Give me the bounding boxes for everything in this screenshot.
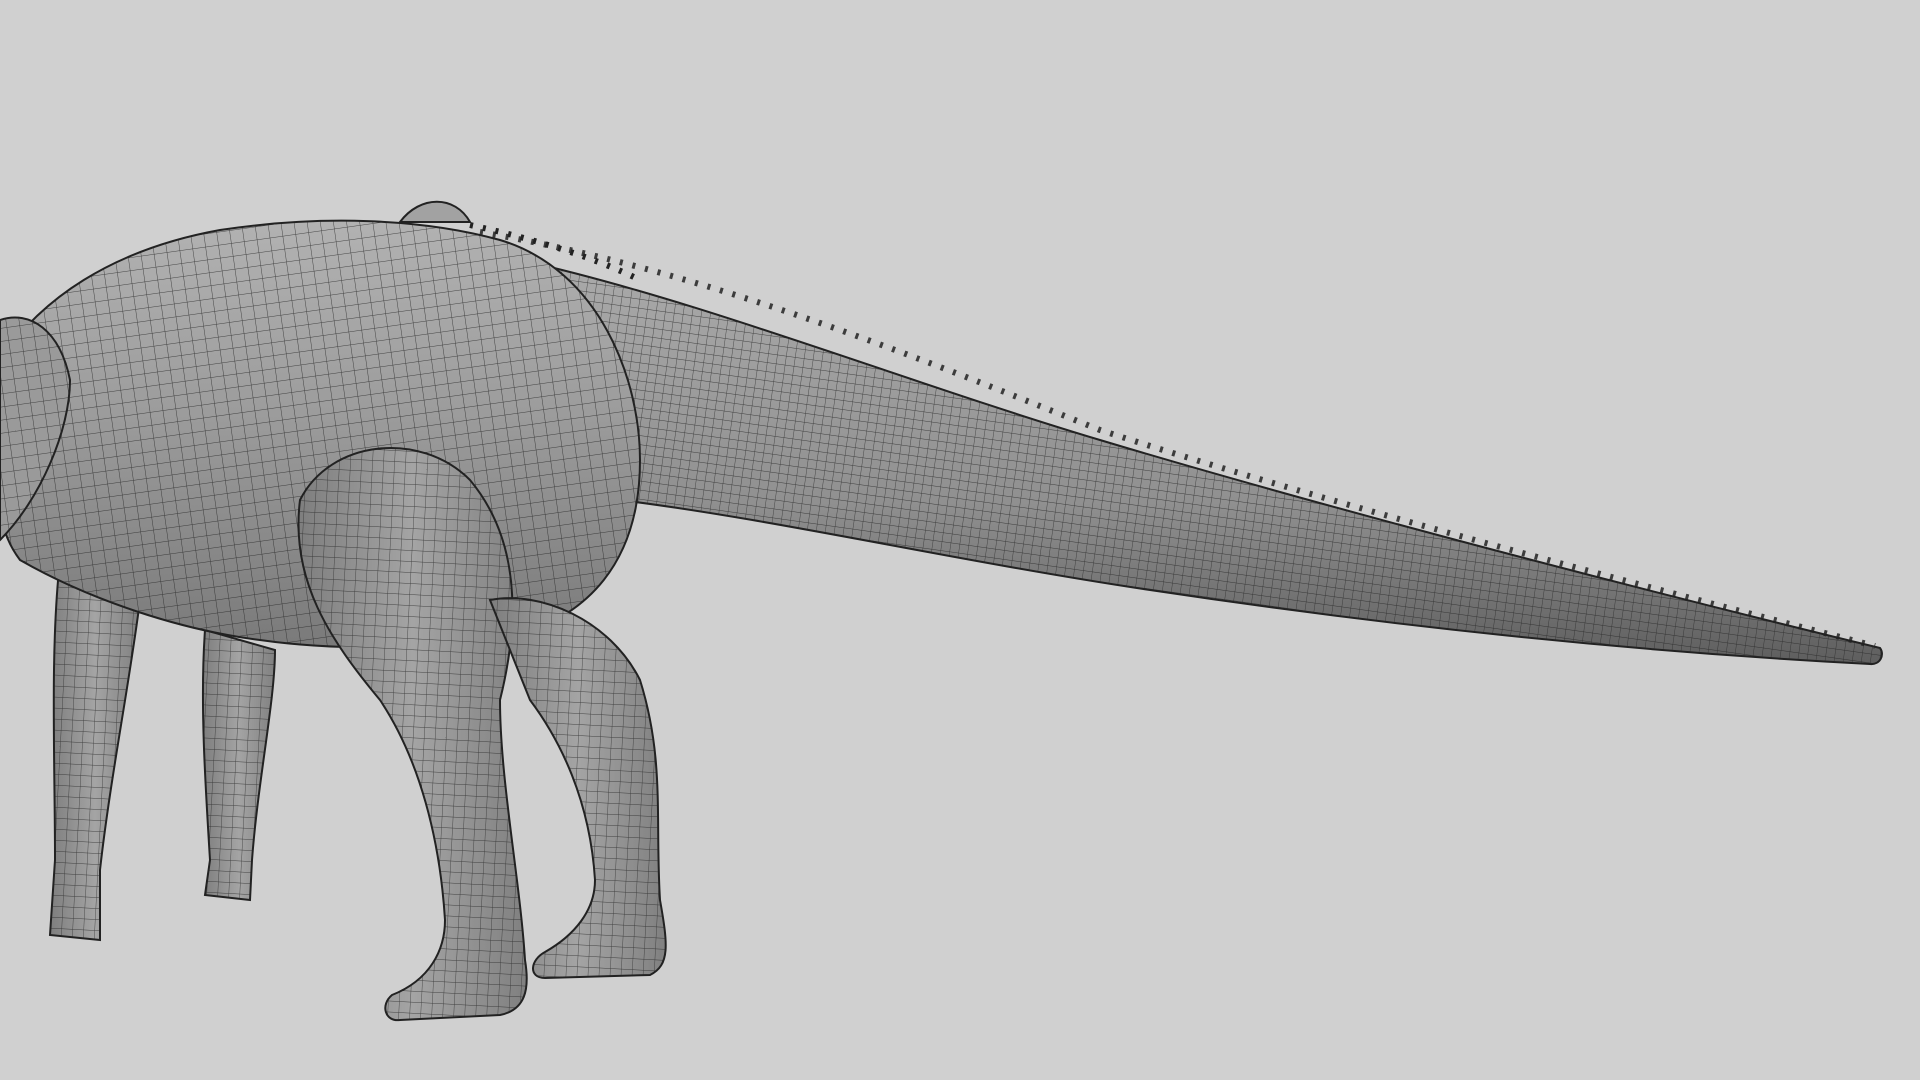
viewport-canvas[interactable]	[0, 0, 1920, 1080]
dinosaur-near-front-leg	[48, 558, 142, 942]
3d-viewport[interactable]	[0, 0, 1920, 1080]
dinosaur-near-hind-leg	[297, 446, 528, 1022]
dinosaur-tail	[479, 229, 1883, 666]
dinosaur-far-front-leg	[201, 628, 277, 902]
